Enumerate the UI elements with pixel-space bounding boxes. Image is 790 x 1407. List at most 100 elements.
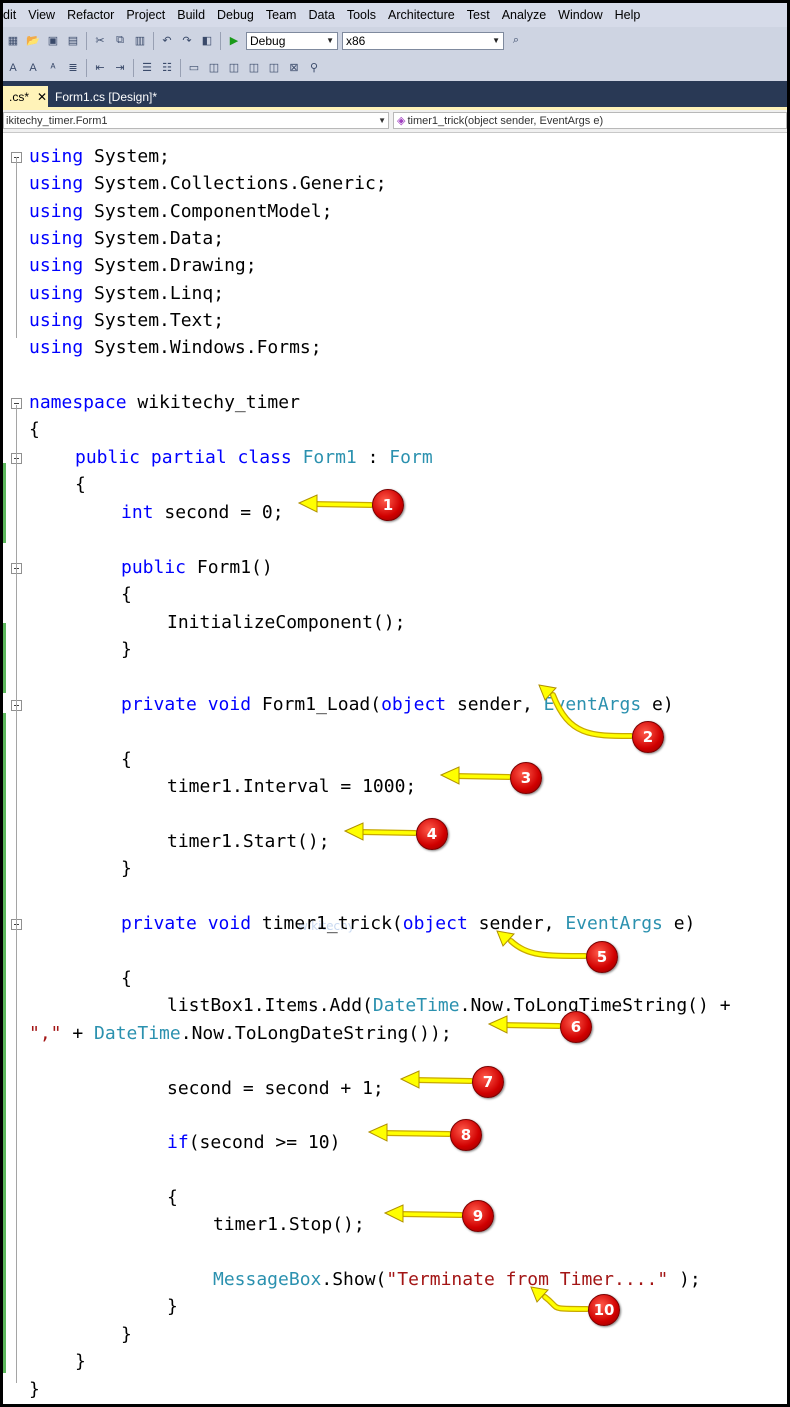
menu-item-edit[interactable]: dit — [3, 8, 22, 22]
cut-icon[interactable]: ✂ — [92, 33, 108, 49]
code-keyword: using — [29, 310, 84, 331]
code-token: : — [356, 447, 379, 468]
code-token: e) — [662, 913, 696, 934]
code-type-name: MessageBox — [213, 1269, 322, 1290]
menu-item-tools[interactable]: Tools — [341, 8, 382, 22]
code-line: InitializeComponent(); — [167, 612, 405, 634]
annotation-badge: 4 — [416, 818, 448, 850]
code-line: { — [121, 968, 132, 990]
code-keyword: using — [29, 146, 84, 167]
decrease-indent-icon[interactable]: ⇤ — [92, 60, 108, 76]
clear-bookmarks-icon[interactable]: ⊠ — [286, 60, 302, 76]
chevron-down-icon: ▼ — [378, 116, 386, 125]
chevron-down-icon: ▼ — [492, 36, 500, 45]
paste-icon[interactable]: ▥ — [132, 33, 148, 49]
menu-item-debug[interactable]: Debug — [211, 8, 260, 22]
save-icon[interactable]: ▣ — [45, 33, 61, 49]
start-debugging-icon[interactable]: ▶ — [226, 33, 242, 49]
code-type-name: EventArgs — [554, 913, 663, 934]
undo-icon[interactable]: ↶ — [159, 33, 175, 49]
outlining-line — [16, 157, 17, 338]
code-token: Form1() — [186, 557, 273, 578]
increase-indent-icon[interactable]: ⇥ — [112, 60, 128, 76]
open-file-icon[interactable]: 📂 — [25, 33, 41, 49]
code-line: using System.Drawing; — [29, 255, 257, 277]
code-keyword: if — [167, 1132, 189, 1153]
menu-item-build[interactable]: Build — [171, 8, 211, 22]
annotation-badge: 7 — [472, 1066, 504, 1098]
code-editor[interactable]: wikitechy using System; using System.Coll… — [3, 133, 787, 1404]
code-token: } — [29, 1379, 40, 1400]
copy-icon[interactable]: ⧉ — [112, 33, 128, 49]
display-parameter-info-icon[interactable]: A — [25, 60, 41, 76]
annotation-badge: 10 — [588, 1294, 620, 1326]
code-keyword: int — [121, 502, 154, 523]
code-keyword: using — [29, 337, 84, 358]
toolbar-separator — [153, 31, 154, 50]
tab-label: .cs* — [9, 89, 30, 104]
next-bookmark-icon[interactable]: ◫ — [226, 60, 242, 76]
display-object-member-list-icon[interactable]: A — [5, 60, 21, 76]
annotation-badge: 1 — [372, 489, 404, 521]
code-token: ); — [668, 1269, 701, 1290]
code-line: MessageBox.Show("Terminate from Timer...… — [213, 1269, 701, 1291]
toolbar-separator — [86, 58, 87, 77]
code-line: public partial class Form1 : Form — [75, 447, 433, 469]
previous-bookmark-icon[interactable]: ◫ — [206, 60, 222, 76]
close-icon[interactable]: ✕ — [37, 90, 47, 104]
tab-form1-design[interactable]: Form1.cs [Design]* — [49, 86, 163, 107]
find-icon[interactable]: ⚲ — [306, 60, 322, 76]
navigate-backward-icon[interactable]: ◧ — [199, 33, 215, 49]
toolbar-separator — [220, 31, 221, 50]
menu-item-project[interactable]: Project — [120, 8, 171, 22]
code-line: timer1.Interval = 1000; — [167, 776, 416, 798]
code-token: System.ComponentModel; — [83, 201, 333, 222]
find-in-files-icon[interactable]: ⌕ — [508, 33, 524, 49]
code-token: second = second + 1; — [167, 1078, 384, 1099]
menu-item-architecture[interactable]: Architecture — [382, 8, 461, 22]
code-token: System; — [83, 146, 170, 167]
solution-configuration-select[interactable]: Debug ▼ — [246, 31, 338, 50]
tab-form1-cs[interactable]: .cs* ✕ — [3, 86, 48, 107]
code-line: } — [75, 1351, 86, 1373]
code-token: System.Text; — [83, 310, 225, 331]
save-all-icon[interactable]: ▤ — [65, 33, 81, 49]
display-quick-info-icon[interactable]: ᴬ — [45, 60, 61, 76]
toolbar-separator — [180, 58, 181, 77]
toggle-bookmark-icon[interactable]: ▭ — [186, 60, 202, 76]
new-project-icon[interactable]: ▦ — [5, 33, 21, 49]
previous-bookmark-in-folder-icon[interactable]: ◫ — [246, 60, 262, 76]
members-dropdown[interactable]: ◈ timer1_trick(object sender, EventArgs … — [393, 112, 787, 129]
code-line: { — [121, 584, 132, 606]
menu-item-refactor[interactable]: Refactor — [61, 8, 120, 22]
complete-word-icon[interactable]: ≣ — [65, 60, 81, 76]
code-line: { — [75, 474, 86, 496]
code-token: sender, — [446, 694, 533, 715]
code-line: namespace wikitechy_timer — [29, 392, 300, 414]
code-keyword: using — [29, 201, 84, 222]
comment-out-icon[interactable]: ☰ — [139, 60, 155, 76]
menu-item-analyze[interactable]: Analyze — [496, 8, 552, 22]
visual-studio-window: dit View Refactor Project Build Debug Team Data… — [3, 3, 787, 1404]
menu-item-help[interactable]: Help — [609, 8, 647, 22]
code-token: .Now.ToLongTimeString() + — [459, 995, 731, 1016]
code-line: "," + DateTime.Now.ToLongDateString()); — [29, 1023, 452, 1045]
annotation-badge: 8 — [450, 1119, 482, 1151]
menu-item-data[interactable]: Data — [302, 8, 340, 22]
next-bookmark-in-folder-icon[interactable]: ◫ — [266, 60, 282, 76]
code-token: Form1_Load( — [251, 694, 382, 715]
code-line: using System.Windows.Forms; — [29, 337, 322, 359]
code-line: private void Form1_Load(object sender, E… — [121, 694, 674, 716]
code-line: { — [167, 1187, 178, 1209]
annotation-badge: 3 — [510, 762, 542, 794]
menu-item-team[interactable]: Team — [260, 8, 303, 22]
menu-item-test[interactable]: Test — [461, 8, 496, 22]
menu-item-window[interactable]: Window — [552, 8, 608, 22]
code-line: using System.Linq; — [29, 283, 224, 305]
types-dropdown[interactable]: ikitechy_timer.Form1 ▼ — [3, 112, 389, 129]
code-type-name: DateTime — [372, 995, 460, 1016]
menu-item-view[interactable]: View — [22, 8, 61, 22]
redo-icon[interactable]: ↷ — [179, 33, 195, 49]
uncomment-icon[interactable]: ☷ — [159, 60, 175, 76]
solution-platform-select[interactable]: x86 ▼ — [342, 31, 504, 50]
